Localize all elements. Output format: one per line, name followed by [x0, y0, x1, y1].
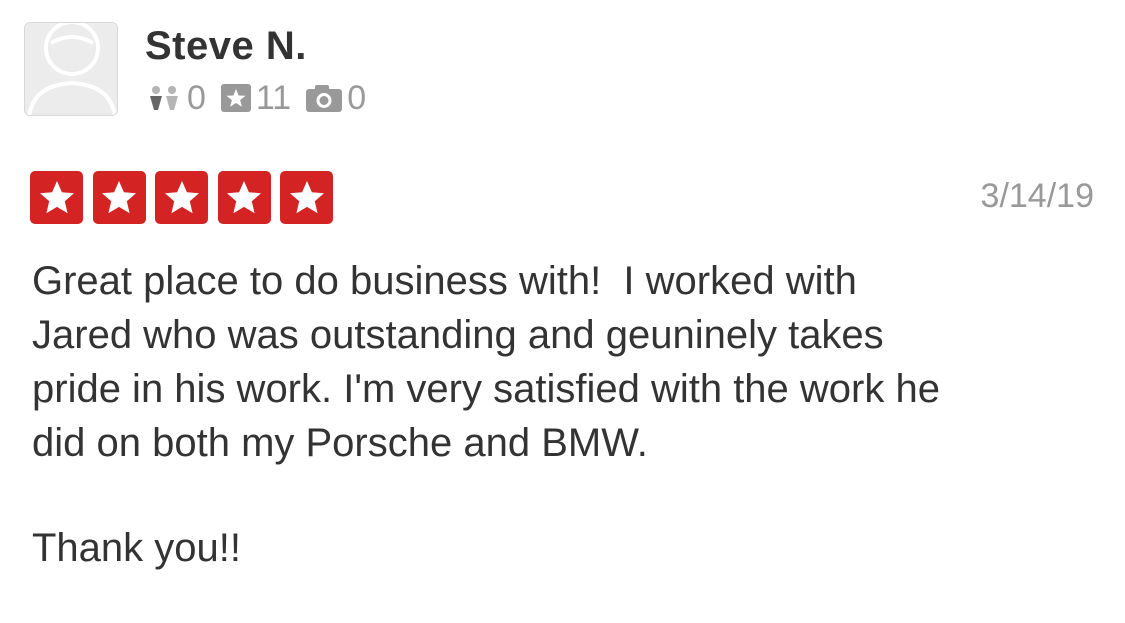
star-icon	[102, 180, 136, 213]
review-body: Great place to do business with! I worke…	[32, 254, 1102, 470]
photos-count: 0	[347, 79, 367, 117]
friends-count: 0	[187, 79, 206, 117]
user-stats: 0 11 0	[147, 78, 380, 118]
review-closing: Thank you!!	[32, 526, 242, 570]
star-icon	[39, 180, 74, 213]
friends-count-stat: 0	[147, 78, 206, 118]
user-name[interactable]: Steve N.	[145, 22, 307, 70]
camera-icon	[305, 83, 343, 113]
rating-star-box	[92, 171, 146, 224]
star-badge-icon	[220, 83, 252, 113]
review-line: pride in his work. I'm very satisfied wi…	[32, 367, 940, 411]
default-user-avatar-icon	[25, 23, 117, 115]
user-avatar[interactable]	[24, 22, 118, 116]
rating-star-box	[217, 171, 271, 224]
review-line: Jared who was outstanding and geuninely …	[32, 313, 884, 357]
star-icon	[289, 180, 324, 213]
friends-icon	[147, 83, 183, 113]
star-icon	[227, 180, 261, 213]
star-rating	[30, 171, 333, 224]
rating-star-box	[155, 171, 208, 224]
photos-count-stat: 0	[305, 78, 366, 118]
rating-star-box	[30, 171, 83, 224]
star-icon	[164, 180, 199, 213]
review-date: 3/14/19	[980, 177, 1094, 215]
reviews-count-stat: 11	[220, 78, 291, 118]
review-line: did on both my Porsche and BMW.	[32, 421, 648, 465]
review-card: Steve N. 0 11 0 3/14/19 Great place to d…	[0, 0, 1125, 623]
review-line: Great place to do business with! I worke…	[32, 259, 857, 303]
rating-star-box	[280, 171, 333, 224]
reviews-count: 11	[255, 79, 292, 117]
